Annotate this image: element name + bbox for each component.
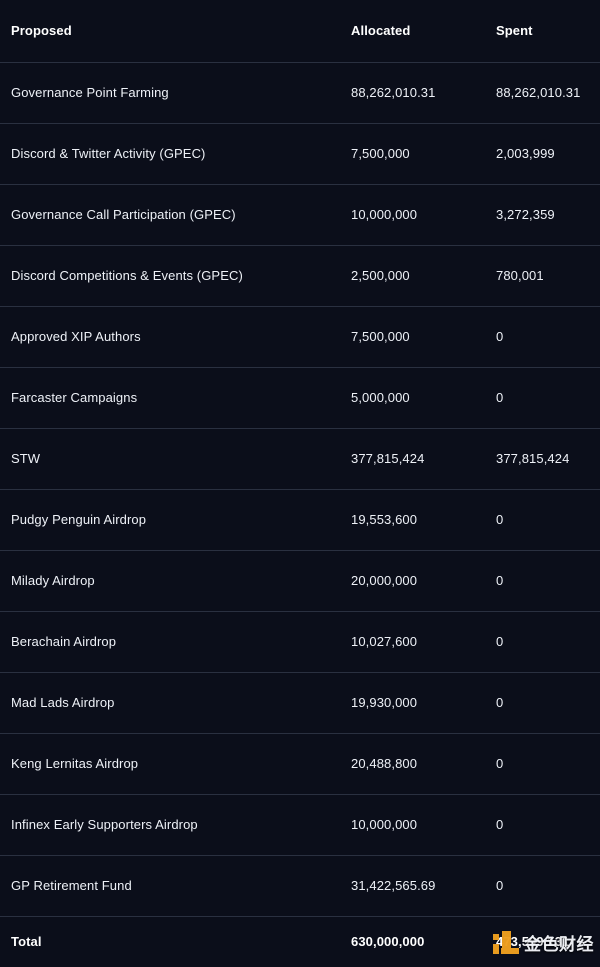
cell-spent: 0 (496, 817, 589, 833)
cell-spent: 0 (496, 573, 589, 589)
cell-spent: 0 (496, 634, 589, 650)
table-total-row: Total 630,000,000 473,599,131 (0, 917, 600, 967)
cell-proposed: Approved XIP Authors (11, 329, 351, 345)
cell-allocated: 19,930,000 (351, 695, 496, 711)
cell-allocated: 20,488,800 (351, 756, 496, 772)
cell-allocated: 7,500,000 (351, 329, 496, 345)
cell-proposed: Pudgy Penguin Airdrop (11, 512, 351, 528)
cell-allocated: 2,500,000 (351, 268, 496, 284)
cell-proposed: Governance Call Participation (GPEC) (11, 207, 351, 223)
table-row: STW 377,815,424 377,815,424 (0, 429, 600, 490)
table-row: Pudgy Penguin Airdrop 19,553,600 0 (0, 490, 600, 551)
cell-spent: 88,262,010.31 (496, 85, 589, 101)
table-row: Governance Call Participation (GPEC) 10,… (0, 185, 600, 246)
table-row: Milady Airdrop 20,000,000 0 (0, 551, 600, 612)
cell-spent: 0 (496, 695, 589, 711)
cell-spent: 0 (496, 329, 589, 345)
column-header-spent: Spent (496, 23, 589, 39)
cell-allocated: 20,000,000 (351, 573, 496, 589)
table-row: Approved XIP Authors 7,500,000 0 (0, 307, 600, 368)
cell-proposed: Discord Competitions & Events (GPEC) (11, 268, 351, 284)
table-row: Infinex Early Supporters Airdrop 10,000,… (0, 795, 600, 856)
table-row: Berachain Airdrop 10,027,600 0 (0, 612, 600, 673)
column-header-allocated: Allocated (351, 23, 496, 39)
cell-proposed: GP Retirement Fund (11, 878, 351, 894)
cell-spent: 2,003,999 (496, 146, 589, 162)
table-row: GP Retirement Fund 31,422,565.69 0 (0, 856, 600, 917)
cell-allocated: 10,000,000 (351, 207, 496, 223)
table-header-row: Proposed Allocated Spent (0, 0, 600, 63)
cell-spent: 0 (496, 390, 589, 406)
cell-spent: 0 (496, 878, 589, 894)
total-allocated-value: 630,000,000 (351, 934, 496, 950)
cell-spent: 780,001 (496, 268, 589, 284)
cell-proposed: Milady Airdrop (11, 573, 351, 589)
table-row: Governance Point Farming 88,262,010.31 8… (0, 63, 600, 124)
cell-proposed: STW (11, 451, 351, 467)
cell-allocated: 5,000,000 (351, 390, 496, 406)
table-row: Discord & Twitter Activity (GPEC) 7,500,… (0, 124, 600, 185)
table-row: Mad Lads Airdrop 19,930,000 0 (0, 673, 600, 734)
cell-allocated: 7,500,000 (351, 146, 496, 162)
cell-proposed: Discord & Twitter Activity (GPEC) (11, 146, 351, 162)
cell-proposed: Berachain Airdrop (11, 634, 351, 650)
table-row: Farcaster Campaigns 5,000,000 0 (0, 368, 600, 429)
cell-proposed: Governance Point Farming (11, 85, 351, 101)
cell-allocated: 31,422,565.69 (351, 878, 496, 894)
cell-allocated: 19,553,600 (351, 512, 496, 528)
cell-spent: 377,815,424 (496, 451, 589, 467)
cell-allocated: 377,815,424 (351, 451, 496, 467)
cell-spent: 3,272,359 (496, 207, 589, 223)
cell-allocated: 10,000,000 (351, 817, 496, 833)
total-label: Total (11, 934, 351, 950)
total-spent-value: 473,599,131 (496, 934, 589, 950)
cell-spent: 0 (496, 512, 589, 528)
cell-proposed: Farcaster Campaigns (11, 390, 351, 406)
cell-allocated: 88,262,010.31 (351, 85, 496, 101)
cell-proposed: Keng Lernitas Airdrop (11, 756, 351, 772)
table-row: Keng Lernitas Airdrop 20,488,800 0 (0, 734, 600, 795)
cell-allocated: 10,027,600 (351, 634, 496, 650)
column-header-proposed: Proposed (11, 23, 351, 39)
budget-allocation-table: Proposed Allocated Spent Governance Poin… (0, 0, 600, 967)
table-row: Discord Competitions & Events (GPEC) 2,5… (0, 246, 600, 307)
cell-proposed: Infinex Early Supporters Airdrop (11, 817, 351, 833)
cell-proposed: Mad Lads Airdrop (11, 695, 351, 711)
cell-spent: 0 (496, 756, 589, 772)
